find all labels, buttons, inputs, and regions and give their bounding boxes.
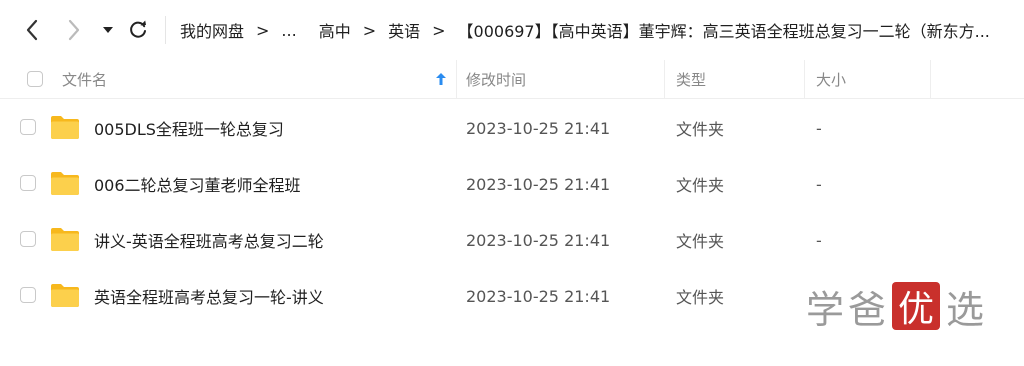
caret-down-icon bbox=[103, 27, 113, 33]
column-header-modified[interactable]: 修改时间 bbox=[466, 60, 526, 98]
file-name[interactable]: 英语全程班高考总复习一轮-讲义 bbox=[94, 268, 324, 324]
row-checkbox[interactable] bbox=[20, 287, 36, 303]
chevron-left-icon bbox=[26, 19, 38, 41]
row-checkbox[interactable] bbox=[20, 175, 36, 191]
history-dropdown-button[interactable] bbox=[96, 18, 120, 42]
row-checkbox[interactable] bbox=[20, 119, 36, 135]
column-divider bbox=[930, 60, 931, 98]
file-manager-window: 我的网盘 > ... 高中 > 英语 > 【000697】【高中英语】董宇辉：高… bbox=[0, 0, 1024, 366]
file-modified-time: 2023-10-25 21:41 bbox=[466, 286, 611, 306]
select-all-checkbox[interactable] bbox=[27, 71, 43, 87]
list-header: 文件名 修改时间 类型 大小 bbox=[0, 60, 1024, 99]
file-modified-time: 2023-10-25 21:41 bbox=[466, 118, 611, 138]
breadcrumb-separator: > bbox=[362, 20, 377, 40]
breadcrumb-item-english[interactable]: 英语 bbox=[388, 18, 420, 42]
file-size: - bbox=[816, 118, 822, 138]
refresh-icon bbox=[130, 20, 146, 38]
file-modified-time: 2023-10-25 21:41 bbox=[466, 174, 611, 194]
file-size: - bbox=[816, 174, 822, 194]
file-row[interactable]: 讲义-英语全程班高考总复习二轮 2023-10-25 21:41 文件夹 - bbox=[0, 212, 1024, 268]
file-name[interactable]: 讲义-英语全程班高考总复习二轮 bbox=[94, 212, 324, 268]
folder-icon bbox=[51, 284, 79, 307]
navigation-bar: 我的网盘 > ... 高中 > 英语 > 【000697】【高中英语】董宇辉：高… bbox=[0, 0, 1024, 60]
watermark-char: 选 bbox=[946, 287, 989, 332]
column-header-type[interactable]: 类型 bbox=[676, 60, 706, 98]
file-size: - bbox=[816, 230, 822, 250]
forward-button[interactable] bbox=[62, 18, 86, 42]
watermark-char: 爸 bbox=[848, 287, 891, 332]
refresh-button[interactable] bbox=[126, 18, 150, 42]
file-modified-time: 2023-10-25 21:41 bbox=[466, 230, 611, 250]
file-type: 文件夹 bbox=[676, 232, 725, 251]
column-divider bbox=[456, 60, 457, 98]
folder-icon bbox=[51, 228, 79, 251]
breadcrumb-separator: > bbox=[256, 20, 270, 40]
watermark-logo: 学 爸 优 选 bbox=[806, 278, 988, 334]
sort-up-arrow-icon[interactable] bbox=[435, 72, 447, 86]
breadcrumb-item-ellipsis[interactable]: ... bbox=[281, 21, 296, 40]
column-divider bbox=[804, 60, 805, 98]
folder-icon bbox=[51, 172, 79, 195]
watermark-char: 学 bbox=[806, 287, 849, 332]
breadcrumb-separator: > bbox=[432, 20, 446, 40]
breadcrumb-item-my-drive[interactable]: 我的网盘 bbox=[180, 18, 244, 42]
chevron-right-icon bbox=[68, 19, 80, 41]
file-name[interactable]: 005DLS全程班一轮总复习 bbox=[94, 100, 284, 156]
watermark-highlight-char: 优 bbox=[892, 282, 941, 330]
column-header-name[interactable]: 文件名 bbox=[62, 60, 107, 98]
column-header-size[interactable]: 大小 bbox=[816, 60, 846, 98]
breadcrumb: 我的网盘 > ... 高中 > 英语 > 【000697】【高中英语】董宇辉：高… bbox=[180, 18, 990, 42]
column-divider bbox=[664, 60, 665, 98]
row-checkbox[interactable] bbox=[20, 231, 36, 247]
file-type: 文件夹 bbox=[676, 176, 725, 195]
file-type: 文件夹 bbox=[676, 288, 725, 307]
breadcrumb-item-current-folder[interactable]: 【000697】【高中英语】董宇辉：高三英语全程班总复习一二轮（新东方... bbox=[458, 18, 990, 42]
file-name[interactable]: 006二轮总复习董老师全程班 bbox=[94, 156, 301, 212]
file-row[interactable]: 006二轮总复习董老师全程班 2023-10-25 21:41 文件夹 - bbox=[0, 156, 1024, 212]
folder-icon bbox=[51, 116, 79, 139]
nav-divider bbox=[165, 16, 166, 44]
back-button[interactable] bbox=[20, 18, 44, 42]
file-type: 文件夹 bbox=[676, 120, 725, 139]
breadcrumb-item-high-school[interactable]: 高中 bbox=[319, 18, 351, 42]
file-row[interactable]: 005DLS全程班一轮总复习 2023-10-25 21:41 文件夹 - bbox=[0, 100, 1024, 156]
